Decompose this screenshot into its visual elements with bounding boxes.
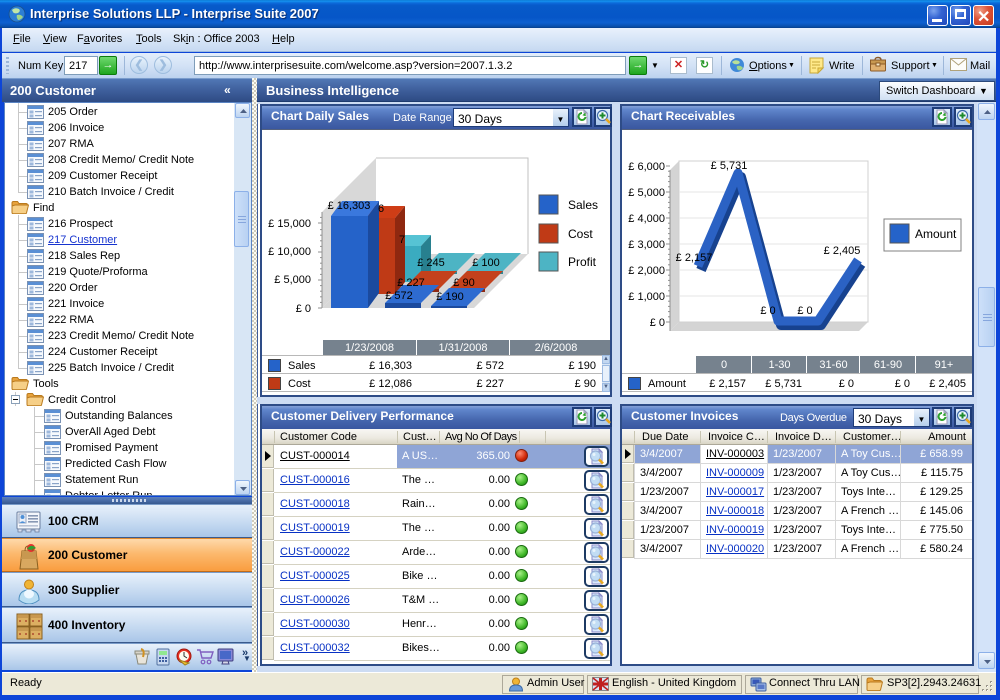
svg-text:Profit: Profit — [568, 255, 597, 269]
svg-text:£ 3,000: £ 3,000 — [628, 239, 665, 251]
svg-text:£ 90: £ 90 — [453, 277, 474, 289]
svg-text:£ 2,405: £ 2,405 — [824, 245, 861, 257]
svg-text:£ 572: £ 572 — [385, 290, 413, 302]
svg-text:£ 0: £ 0 — [760, 305, 775, 317]
svg-text:£ 2,157: £ 2,157 — [676, 252, 713, 264]
svg-text:£ 5,000: £ 5,000 — [274, 274, 311, 286]
svg-text:£ 0: £ 0 — [296, 303, 311, 315]
svg-text:£ 190: £ 190 — [436, 291, 464, 303]
svg-text:£ 4,000: £ 4,000 — [628, 213, 665, 225]
svg-text:£ 245: £ 245 — [417, 257, 445, 269]
svg-text:£ 15,000: £ 15,000 — [268, 218, 311, 230]
svg-text:£ 100: £ 100 — [472, 257, 500, 269]
svg-text:7: 7 — [399, 234, 405, 246]
svg-text:6: 6 — [378, 203, 384, 215]
svg-text:£ 5,000: £ 5,000 — [628, 187, 665, 199]
svg-text:£ 16,303: £ 16,303 — [328, 200, 371, 212]
svg-text:Sales: Sales — [568, 198, 598, 212]
svg-text:£ 6,000: £ 6,000 — [628, 161, 665, 173]
svg-text:£ 2,000: £ 2,000 — [628, 265, 665, 277]
svg-text:£ 227: £ 227 — [397, 277, 425, 289]
svg-text:£ 10,000: £ 10,000 — [268, 246, 311, 258]
svg-text:£ 0: £ 0 — [650, 317, 665, 329]
svg-text:£ 0: £ 0 — [797, 305, 812, 317]
svg-text:£ 5,731: £ 5,731 — [711, 160, 748, 172]
svg-text:£ 1,000: £ 1,000 — [628, 291, 665, 303]
svg-text:Amount: Amount — [915, 227, 957, 241]
svg-text:Cost: Cost — [568, 227, 593, 241]
